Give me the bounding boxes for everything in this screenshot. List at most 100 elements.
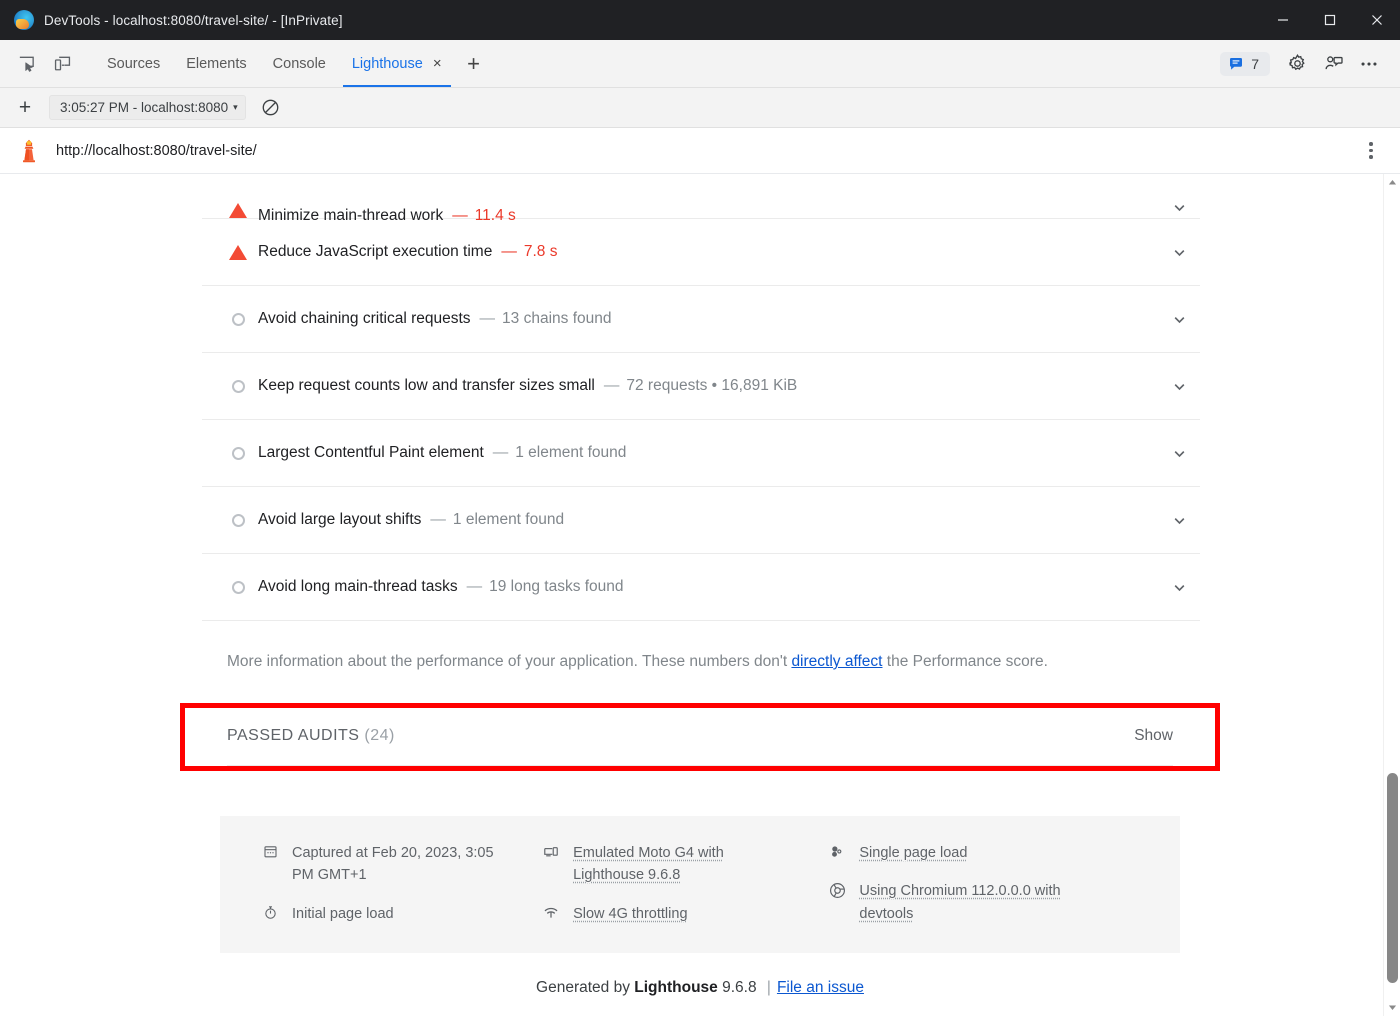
audit-title: Keep request counts low and transfer siz… (258, 376, 595, 394)
chevron-down-icon[interactable] (1168, 196, 1190, 218)
scroll-down-arrow-icon[interactable] (1384, 999, 1400, 1016)
report-url: http://localhost:8080/travel-site/ (56, 142, 257, 159)
tab-lighthouse[interactable]: Lighthouse × (339, 40, 455, 87)
devtools-tabstrip-actions: 7 (1220, 49, 1392, 79)
audit-row[interactable]: Avoid large layout shifts — 1 element fo… (202, 487, 1200, 554)
scroll-up-arrow-icon[interactable] (1384, 174, 1400, 191)
report-select[interactable]: 3:05:27 PM - localhost:8080 ▾ (49, 95, 246, 120)
tab-label: Sources (107, 55, 161, 72)
metadata-item: Captured at Feb 20, 2023, 3:05 PM GMT+1 (260, 842, 523, 887)
audit-dash: — (492, 443, 509, 461)
chevron-down-icon[interactable] (1168, 308, 1190, 330)
close-button[interactable] (1353, 0, 1400, 40)
metadata-item: Using Chromium 112.0.0.0 with devtools (827, 880, 1122, 925)
info-circle-icon (229, 580, 247, 594)
metadata-text: Using Chromium 112.0.0.0 with devtools (859, 883, 1061, 922)
audit-list: Minimize main-thread work — 11.4 s Reduc… (200, 174, 1200, 621)
tab-console[interactable]: Console (260, 40, 339, 87)
generated-by-footer: Generated by Lighthouse 9.6.8 | File an i… (0, 953, 1400, 1015)
vertical-scrollbar[interactable] (1383, 174, 1400, 1016)
directly-affect-link[interactable]: directly affect (791, 653, 882, 670)
audit-title: Avoid large layout shifts (258, 510, 422, 528)
maximize-button[interactable] (1306, 0, 1353, 40)
devtools-shell: Sources Elements Console Lighthouse × + (0, 40, 1400, 1016)
more-info-after: the Performance score. (882, 653, 1048, 670)
audit-title: Reduce JavaScript execution time (258, 242, 493, 260)
scrollbar-track[interactable] (1384, 191, 1400, 999)
calendar-icon (260, 842, 280, 859)
chevron-down-icon[interactable] (1168, 509, 1190, 531)
file-an-issue-link[interactable]: File an issue (777, 979, 864, 996)
clear-all-icon[interactable] (254, 93, 288, 123)
metadata-column: Emulated Moto G4 with Lighthouse 9.6.8 S… (541, 842, 827, 925)
gear-icon[interactable] (1280, 49, 1314, 79)
devtools-window: DevTools - localhost:8080/travel-site/ -… (0, 0, 1400, 1016)
report-scroll-area[interactable]: Minimize main-thread work — 11.4 s Reduc… (0, 174, 1400, 1016)
audit-value: 19 long tasks found (489, 577, 624, 595)
metadata-column: Captured at Feb 20, 2023, 3:05 PM GMT+1 (260, 842, 541, 925)
audit-dash: — (479, 309, 496, 327)
close-icon[interactable]: × (433, 56, 442, 71)
metadata-item: Initial page load (260, 903, 523, 925)
more-information-text: More information about the performance o… (200, 621, 1200, 673)
metadata-item: Single page load (827, 842, 1122, 864)
lighthouse-toolbar: + 3:05:27 PM - localhost:8080 ▾ (0, 88, 1400, 128)
more-horizontal-icon[interactable] (1352, 49, 1386, 79)
audit-dash: — (430, 510, 446, 528)
metadata-text: Initial page load (292, 905, 394, 922)
report-select-value: 3:05:27 PM - localhost:8080 (60, 100, 229, 115)
info-circle-icon (229, 312, 247, 326)
more-vertical-icon[interactable] (1356, 136, 1386, 166)
passed-audits-toggle[interactable]: PASSED AUDITS (24) Show (227, 708, 1173, 766)
audit-dash: — (466, 577, 483, 595)
inspect-element-icon[interactable] (10, 49, 42, 79)
stopwatch-icon (260, 903, 280, 920)
feedback-person-icon[interactable] (1316, 49, 1350, 79)
lighthouse-report: http://localhost:8080/travel-site/ Minim… (0, 128, 1400, 1016)
scrollbar-thumb[interactable] (1386, 772, 1398, 983)
audit-value: 1 element found (452, 510, 565, 528)
chevron-down-icon[interactable] (1168, 442, 1190, 464)
passed-audits-title: PASSED AUDITS (227, 727, 360, 745)
title-bar: DevTools - localhost:8080/travel-site/ -… (0, 0, 1400, 40)
audit-dash: — (603, 376, 620, 394)
passed-audits-label: PASSED AUDITS (24) (227, 727, 395, 745)
tab-label: Lighthouse (351, 55, 423, 72)
add-panel-button[interactable]: + (459, 49, 489, 79)
lighthouse-version: 9.6.8 (717, 979, 761, 997)
chevron-down-icon: ▾ (233, 102, 238, 112)
warning-triangle-icon (229, 203, 247, 218)
audit-title: Avoid chaining critical requests (258, 309, 471, 327)
audit-value: 72 requests • 16,891 KiB (626, 376, 798, 394)
report-header: http://localhost:8080/travel-site/ (0, 128, 1400, 174)
tab-label: Console (272, 55, 326, 72)
audit-row[interactable]: Avoid chaining critical requests — 13 ch… (202, 286, 1200, 353)
network-throttle-icon (541, 903, 561, 921)
chevron-down-icon[interactable] (1168, 576, 1190, 598)
passed-audits-show-button[interactable]: Show (1134, 727, 1173, 745)
tab-elements[interactable]: Elements (173, 40, 259, 87)
info-circle-icon (229, 513, 247, 527)
audit-row[interactable]: Avoid long main-thread tasks — 19 long t… (202, 554, 1200, 621)
new-report-button[interactable]: + (9, 94, 41, 122)
devices-icon (541, 842, 561, 860)
warning-triangle-icon (229, 244, 247, 260)
messages-badge[interactable]: 7 (1220, 51, 1270, 76)
tab-sources[interactable]: Sources (94, 40, 173, 87)
audit-title: Largest Contentful Paint element (258, 443, 484, 461)
metadata-item: Slow 4G throttling (541, 903, 809, 925)
devtools-tabstrip: Sources Elements Console Lighthouse × + (0, 40, 1400, 88)
chromium-icon (827, 880, 847, 899)
audit-row[interactable]: Minimize main-thread work — 11.4 s (202, 174, 1200, 224)
info-circle-icon (229, 379, 247, 393)
chevron-down-icon[interactable] (1168, 241, 1190, 263)
audit-row[interactable]: Keep request counts low and transfer siz… (202, 353, 1200, 420)
chevron-down-icon[interactable] (1168, 375, 1190, 397)
minimize-button[interactable] (1259, 0, 1306, 40)
metadata-text: Single page load (859, 844, 968, 861)
metadata-column: Single page load Using Chromium 112.0.0.… (827, 842, 1140, 925)
audit-row[interactable]: Largest Contentful Paint element — 1 ele… (202, 420, 1200, 487)
audit-row[interactable]: Reduce JavaScript execution time — 7.8 s (202, 219, 1200, 286)
device-toolbar-icon[interactable] (46, 49, 78, 79)
lighthouse-brand: Lighthouse (634, 979, 718, 997)
